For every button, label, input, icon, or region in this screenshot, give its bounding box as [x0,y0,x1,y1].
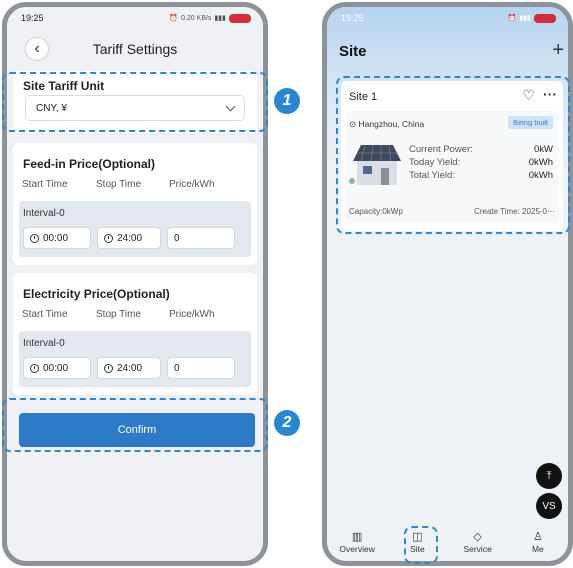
interval-label: Interval-0 [23,208,65,219]
service-icon: ◇ [473,531,482,543]
alarm-icon: ⏰ [169,15,179,22]
clock-icon [30,233,39,243]
status-bar: 19:25 ⏰ ▮▮▮ [327,7,568,29]
person-icon: ♙ [532,531,543,543]
start-time-value: 00:00 [43,232,69,244]
feed-in-column-headers: Start Time Stop Time Price/kWh [22,179,248,190]
callout-2-box [2,398,268,452]
electricity-card: Electricity Price(Optional) Start Time S… [13,273,257,395]
feed-in-interval: Interval-0 00:00 24:00 0 [19,201,251,257]
stop-time-value: 24:00 [117,362,143,374]
clock-icon [104,233,113,243]
feed-in-price-input[interactable]: 0 [167,227,235,249]
tab-label: Overview [339,544,375,554]
stop-time-value: 24:00 [117,232,143,244]
feed-in-card: Feed-in Price(Optional) Start Time Stop … [13,143,257,265]
price-value: 0 [174,362,180,374]
tab-me[interactable]: ♙ Me [514,529,562,554]
start-time-value: 00:00 [43,362,69,374]
site-tab-highlight [404,526,438,564]
electricity-price-input[interactable]: 0 [167,357,235,379]
electricity-column-headers: Start Time Stop Time Price/kWh [22,309,248,320]
electricity-interval: Interval-0 00:00 24:00 0 [19,331,251,387]
page-title: Site [339,43,367,60]
battery-icon [229,13,251,23]
col-price: Price/kWh [169,309,215,320]
interval-label: Interval-0 [23,338,65,349]
tab-label: Me [531,544,544,554]
tab-bar: ▥ Overview ◫ Site ◇ Service ♙ Me [327,525,568,561]
feed-in-start-time[interactable]: 00:00 [23,227,91,249]
callout-2-badge: 2 [274,410,300,436]
chart-icon: ▥ [351,531,363,543]
add-site-button[interactable]: + [552,39,564,62]
alarm-icon: ⏰ [507,15,517,22]
electricity-stop-time[interactable]: 24:00 [97,357,161,379]
page-title: Tariff Settings [92,41,178,57]
callout-1-badge: 1 [274,88,300,114]
col-stop-time: Stop Time [96,309,142,320]
status-bar: 19:25 ⏰ 0.20 KB/s ▮▮▮ [7,7,263,29]
status-icons: ⏰ ▮▮▮ [507,13,556,23]
signal-icon: ▮▮▮ [214,15,226,22]
feed-in-title: Feed-in Price(Optional) [23,157,156,171]
callout-1-box [2,72,268,132]
site-card-highlight [336,76,570,234]
battery-icon [534,13,556,23]
status-time: 19:25 [21,13,44,23]
signal-icon: ▮▮▮ [519,15,531,22]
clock-icon [104,363,113,373]
tab-overview[interactable]: ▥ Overview [333,529,381,554]
tab-service[interactable]: ◇ Service [454,529,502,554]
electricity-start-time[interactable]: 00:00 [23,357,91,379]
status-time: 19:25 [341,13,364,23]
col-start-time: Start Time [22,179,68,190]
header: ‹ Tariff Settings [7,29,263,63]
price-value: 0 [174,232,180,244]
network-speed: 0.20 KB/s [181,14,212,22]
electricity-title: Electricity Price(Optional) [23,287,170,301]
vs-button[interactable]: VS [536,493,562,519]
col-stop-time: Stop Time [96,179,142,190]
status-icons: ⏰ 0.20 KB/s ▮▮▮ [169,13,251,23]
scroll-top-button[interactable]: ⤒ [536,463,562,489]
feed-in-stop-time[interactable]: 24:00 [97,227,161,249]
col-start-time: Start Time [22,309,68,320]
clock-icon [30,363,39,373]
tab-label: Service [463,544,492,554]
col-price: Price/kWh [169,179,215,190]
